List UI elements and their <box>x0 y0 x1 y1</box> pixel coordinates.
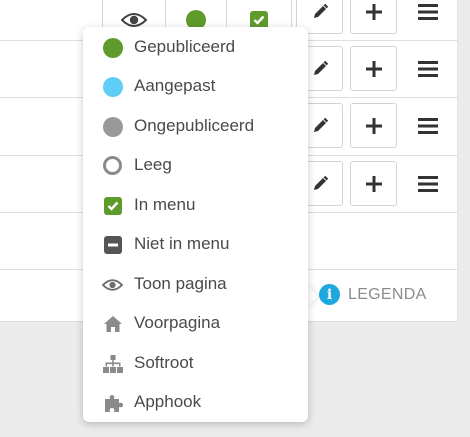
plus-icon <box>365 60 382 77</box>
page-tree-view: i LEGENDA Gepubliceerd Aangepast Ongepub… <box>0 0 470 437</box>
legend-item-in-menu: In menu <box>83 190 308 220</box>
legend-item-published: Gepubliceerd <box>83 32 308 62</box>
legend-item-label: Ongepubliceerd <box>134 116 255 135</box>
info-icon: i <box>319 284 340 305</box>
more-options-button[interactable] <box>410 161 446 206</box>
pencil-icon <box>313 175 328 190</box>
legend-item-label: Aangepast <box>134 76 216 95</box>
legend-item-label: Toon pagina <box>134 274 227 293</box>
light-blue-dot-icon <box>102 76 123 97</box>
legend-item-label: Voorpagina <box>134 313 221 332</box>
legend-item-empty: Leeg <box>83 150 308 180</box>
pencil-icon <box>313 60 328 75</box>
add-page-button[interactable] <box>350 161 397 206</box>
green-dot-icon <box>102 37 123 58</box>
checkbox-checked-icon <box>250 10 268 29</box>
pencil-icon <box>313 117 328 132</box>
legend-label: LEGENDA <box>348 285 427 303</box>
legend-item-show-page: Toon pagina <box>83 269 308 299</box>
more-options-button[interactable] <box>410 103 446 148</box>
legend-item-home-page: Voorpagina <box>83 308 308 338</box>
legend-item-label: Niet in menu <box>134 234 230 253</box>
legend-item-label: Softroot <box>134 353 194 372</box>
hamburger-icon <box>418 60 438 77</box>
legend-item-label: Gepubliceerd <box>134 37 236 56</box>
grey-dot-icon <box>102 116 123 137</box>
checkbox-checked-icon <box>102 195 123 216</box>
legend-item-label: In menu <box>134 195 196 214</box>
plus-icon <box>365 3 382 20</box>
hamburger-icon <box>418 175 438 192</box>
more-options-button[interactable] <box>410 46 446 91</box>
legend-item-changed: Aangepast <box>83 71 308 101</box>
legend-item-not-in-menu: Niet in menu <box>83 229 308 259</box>
add-page-button[interactable] <box>350 46 397 91</box>
legend-item-label: Apphook <box>134 392 202 411</box>
pencil-icon <box>313 3 328 18</box>
add-page-button[interactable] <box>350 103 397 148</box>
sitemap-icon <box>102 353 123 374</box>
legend-toggle-button[interactable]: i LEGENDA <box>319 284 427 305</box>
eye-icon <box>102 274 123 295</box>
hamburger-icon <box>418 3 438 20</box>
more-options-button[interactable] <box>410 0 446 34</box>
plus-icon <box>365 175 382 192</box>
hamburger-icon <box>418 117 438 134</box>
checkbox-minus-icon <box>102 234 123 255</box>
legend-popup: Gepubliceerd Aangepast Ongepubliceerd Le… <box>83 27 308 422</box>
plus-icon <box>365 117 382 134</box>
puzzle-icon <box>102 392 123 413</box>
legend-item-apphook: Apphook <box>83 387 308 417</box>
home-icon <box>102 313 123 334</box>
add-page-button[interactable] <box>350 0 397 34</box>
legend-item-softroot: Softroot <box>83 348 308 378</box>
legend-item-label: Leeg <box>134 155 172 174</box>
eye-icon <box>121 12 147 27</box>
legend-item-unpublished: Ongepubliceerd <box>83 111 308 141</box>
empty-ring-icon <box>102 155 123 176</box>
